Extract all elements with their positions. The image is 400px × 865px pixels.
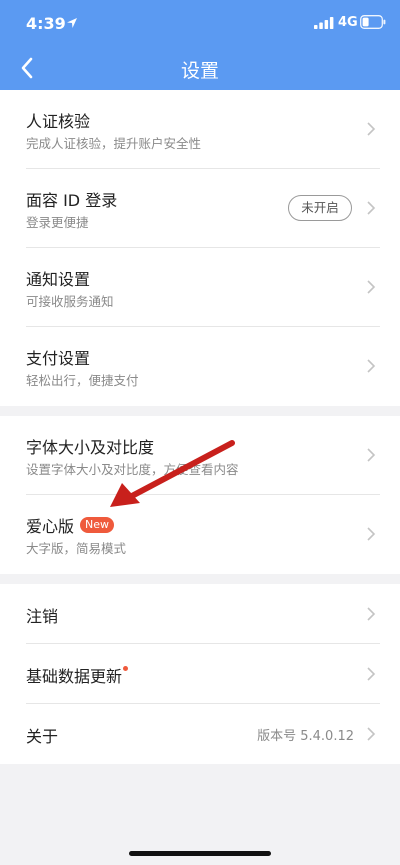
row-title: 基础数据更新 [26, 663, 129, 687]
location-icon [67, 18, 77, 28]
settings-row-data-update[interactable]: 基础数据更新 [0, 644, 400, 704]
chevron-right-icon [367, 201, 376, 215]
settings-row-identity-verification[interactable]: 人证核验 完成人证核验，提升账户安全性 [0, 90, 400, 169]
chevron-right-icon [367, 448, 376, 462]
settings-row-care-mode[interactable]: 爱心版 New 大字版，简易模式 [0, 495, 400, 574]
chevron-right-icon [367, 607, 376, 621]
row-title: 字体大小及对比度 [26, 438, 155, 457]
row-title-text: 爱心版 [26, 517, 75, 536]
row-subtitle: 设置字体大小及对比度，方便查看内容 [26, 462, 239, 477]
row-title: 人证核验 [26, 112, 91, 131]
row-title: 爱心版 New [26, 513, 115, 537]
status-bar: 4:39 4G [0, 0, 400, 44]
update-dot-indicator [123, 665, 129, 671]
chevron-right-icon [367, 727, 376, 741]
row-subtitle: 登录更便捷 [26, 215, 89, 230]
signal-icon [314, 17, 334, 29]
chevron-right-icon [367, 280, 376, 294]
nav-bar: 设置 [0, 44, 400, 90]
page-title: 设置 [180, 60, 219, 82]
battery-icon [360, 15, 386, 29]
settings-row-payment[interactable]: 支付设置 轻松出行，便捷支付 [0, 327, 400, 406]
settings-screen: 4:39 4G 设置 人证核验 完成人证核验，提升账户安全性 面容 ID 登录 … [0, 0, 400, 865]
accessibility-group: 字体大小及对比度 设置字体大小及对比度，方便查看内容 爱心版 New 大字版，简… [0, 416, 400, 574]
account-settings-group: 人证核验 完成人证核验，提升账户安全性 面容 ID 登录 登录更便捷 未开启 通… [0, 90, 400, 406]
chevron-right-icon [367, 359, 376, 373]
row-subtitle: 大字版，简易模式 [26, 541, 127, 556]
chevron-right-icon [367, 122, 376, 136]
network-label: 4G [338, 15, 358, 30]
row-title: 通知设置 [26, 270, 91, 289]
row-title-text: 基础数据更新 [26, 667, 123, 686]
row-title: 关于 [26, 727, 59, 746]
header: 4:39 4G 设置 [0, 0, 400, 90]
row-title: 面容 ID 登录 [26, 191, 118, 210]
row-title: 注销 [26, 607, 59, 626]
status-time: 4:39 [26, 14, 66, 33]
row-title: 支付设置 [26, 349, 91, 368]
new-badge: New [80, 517, 115, 533]
chevron-right-icon [367, 527, 376, 541]
face-id-status-toggle[interactable]: 未开启 [288, 195, 352, 221]
settings-row-face-id-login[interactable]: 面容 ID 登录 登录更便捷 未开启 [0, 169, 400, 248]
home-indicator[interactable] [129, 851, 271, 856]
row-subtitle: 可接收服务通知 [26, 294, 114, 309]
row-subtitle: 轻松出行，便捷支付 [26, 373, 139, 388]
version-value: 版本号 5.4.0.12 [257, 729, 354, 744]
settings-row-font-size-contrast[interactable]: 字体大小及对比度 设置字体大小及对比度，方便查看内容 [0, 416, 400, 495]
chevron-right-icon [367, 667, 376, 681]
settings-row-deregister[interactable]: 注销 [0, 584, 400, 644]
misc-group: 注销 基础数据更新 关于 版本号 5.4.0.12 [0, 584, 400, 764]
row-subtitle: 完成人证核验，提升账户安全性 [26, 136, 202, 151]
settings-row-notifications[interactable]: 通知设置 可接收服务通知 [0, 248, 400, 327]
settings-row-about[interactable]: 关于 版本号 5.4.0.12 [0, 704, 400, 764]
